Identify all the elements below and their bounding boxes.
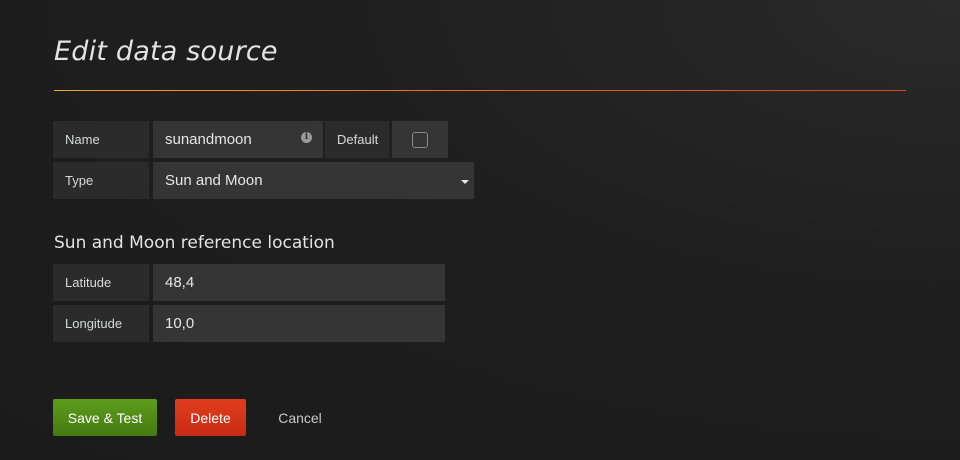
caret-down-icon [461, 180, 469, 184]
name-field[interactable]: sunandmoon i [153, 121, 323, 158]
latitude-input[interactable]: 48,4 [153, 264, 445, 301]
title-divider [54, 90, 906, 91]
default-checkbox-cell[interactable] [392, 121, 448, 158]
longitude-value: 10,0 [165, 315, 195, 332]
type-value: Sun and Moon [165, 172, 263, 189]
name-label: Name [53, 121, 149, 158]
name-value: sunandmoon [165, 131, 252, 148]
latitude-value: 48,4 [165, 274, 195, 291]
default-checkbox[interactable] [412, 131, 428, 148]
cancel-button[interactable]: Cancel [268, 399, 332, 436]
type-select[interactable]: Sun and Moon [153, 162, 474, 199]
delete-button[interactable]: Delete [175, 399, 246, 436]
location-section-title: Sun and Moon reference location [54, 233, 335, 253]
info-icon[interactable]: i [301, 132, 312, 143]
type-label: Type [53, 162, 149, 199]
latitude-label: Latitude [53, 264, 149, 301]
save-test-button[interactable]: Save & Test [53, 399, 157, 436]
page-title: Edit data source [54, 36, 278, 67]
longitude-label: Longitude [53, 305, 149, 342]
longitude-input[interactable]: 10,0 [153, 305, 445, 342]
default-label: Default [325, 121, 389, 158]
